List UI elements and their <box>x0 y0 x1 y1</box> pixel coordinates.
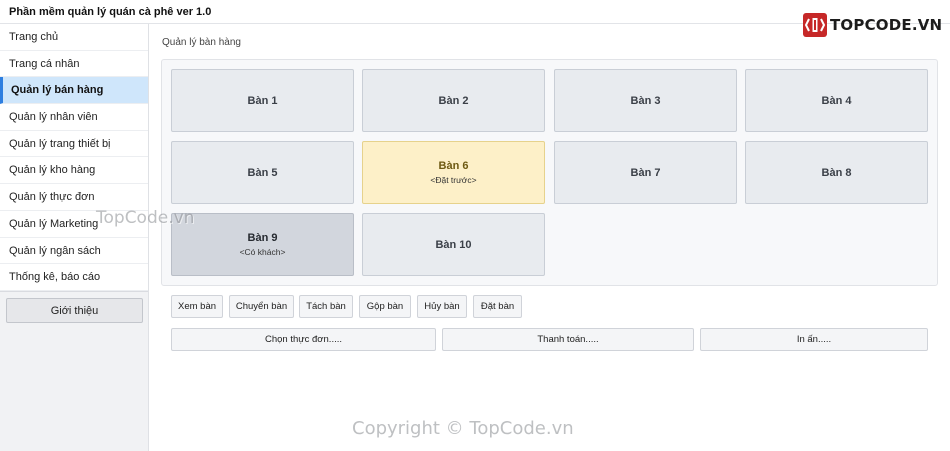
about-button[interactable]: Giới thiệu <box>6 298 143 323</box>
sidebar-item-sales[interactable]: Quản lý bán hàng <box>0 77 148 105</box>
table-name: Bàn 7 <box>630 166 661 179</box>
table-name: Bàn 2 <box>438 94 469 107</box>
sidebar-item-reports[interactable]: Thống kê, báo cáo <box>0 264 148 291</box>
table-card-4[interactable]: Bàn 4 <box>745 69 928 132</box>
app-title: Phần mềm quản lý quán cà phê ver 1.0 <box>9 6 212 18</box>
table-status: <Có khách> <box>239 247 286 257</box>
sidebar-item-home[interactable]: Trang chủ <box>0 24 148 51</box>
topcode-logo-icon <box>803 13 827 37</box>
table-name: Bàn 4 <box>821 94 852 107</box>
table-card-3[interactable]: Bàn 3 <box>554 69 737 132</box>
sidebar: Trang chủ Trang cá nhân Quản lý bán hàng… <box>0 24 149 451</box>
checkout-button[interactable]: Thanh toán..... <box>442 328 694 351</box>
table-card-10[interactable]: Bàn 10 <box>362 213 545 276</box>
table-card-7[interactable]: Bàn 7 <box>554 141 737 204</box>
table-name: Bàn 10 <box>435 238 472 251</box>
book-table-button[interactable]: Đặt bàn <box>473 295 522 318</box>
table-status: <Đặt trước> <box>430 175 477 185</box>
table-name: Bàn 5 <box>247 166 278 179</box>
table-name: Bàn 3 <box>630 94 661 107</box>
sidebar-item-marketing[interactable]: Quản lý Marketing <box>0 211 148 238</box>
cancel-table-button[interactable]: Hủy bàn <box>417 295 467 318</box>
sidebar-item-staff[interactable]: Quản lý nhân viên <box>0 104 148 131</box>
sidebar-menu: Trang chủ Trang cá nhân Quản lý bán hàng… <box>0 24 148 292</box>
table-name: Bàn 6 <box>438 160 469 172</box>
table-card-1[interactable]: Bàn 1 <box>171 69 354 132</box>
topcode-logo: TOPCODE.VN <box>803 12 942 38</box>
table-name: Bàn 1 <box>247 94 278 107</box>
table-card-5[interactable]: Bàn 5 <box>171 141 354 204</box>
split-table-button[interactable]: Tách bàn <box>299 295 353 318</box>
print-button[interactable]: In ấn..... <box>700 328 928 351</box>
sidebar-item-equipment[interactable]: Quản lý trang thiết bị <box>0 131 148 158</box>
sidebar-item-profile[interactable]: Trang cá nhân <box>0 51 148 78</box>
watermark-copyright: Copyright © TopCode.vn <box>352 418 574 439</box>
merge-table-button[interactable]: Gộp bàn <box>359 295 411 318</box>
view-table-button[interactable]: Xem bàn <box>171 295 223 318</box>
sidebar-item-inventory[interactable]: Quản lý kho hàng <box>0 157 148 185</box>
move-table-button[interactable]: Chuyển bàn <box>229 295 294 318</box>
sidebar-item-menu[interactable]: Quản lý thực đơn <box>0 184 148 211</box>
choose-menu-button[interactable]: Chọn thực đơn..... <box>171 328 436 351</box>
table-card-6[interactable]: Bàn 6 <Đặt trước> <box>362 141 545 204</box>
table-card-8[interactable]: Bàn 8 <box>745 141 928 204</box>
table-card-2[interactable]: Bàn 2 <box>362 69 545 132</box>
breadcrumb: Quản lý bàn hàng <box>162 37 241 48</box>
sidebar-item-budget[interactable]: Quản lý ngân sách <box>0 238 148 265</box>
table-name: Bàn 9 <box>247 232 278 244</box>
topcode-logo-text: TOPCODE.VN <box>830 16 943 34</box>
table-name: Bàn 8 <box>821 166 852 179</box>
table-card-9[interactable]: Bàn 9 <Có khách> <box>171 213 354 276</box>
table-grid-panel: Bàn 1 Bàn 2 Bàn 3 Bàn 4 Bàn 5 Bàn 6 <Đặt… <box>161 59 938 286</box>
